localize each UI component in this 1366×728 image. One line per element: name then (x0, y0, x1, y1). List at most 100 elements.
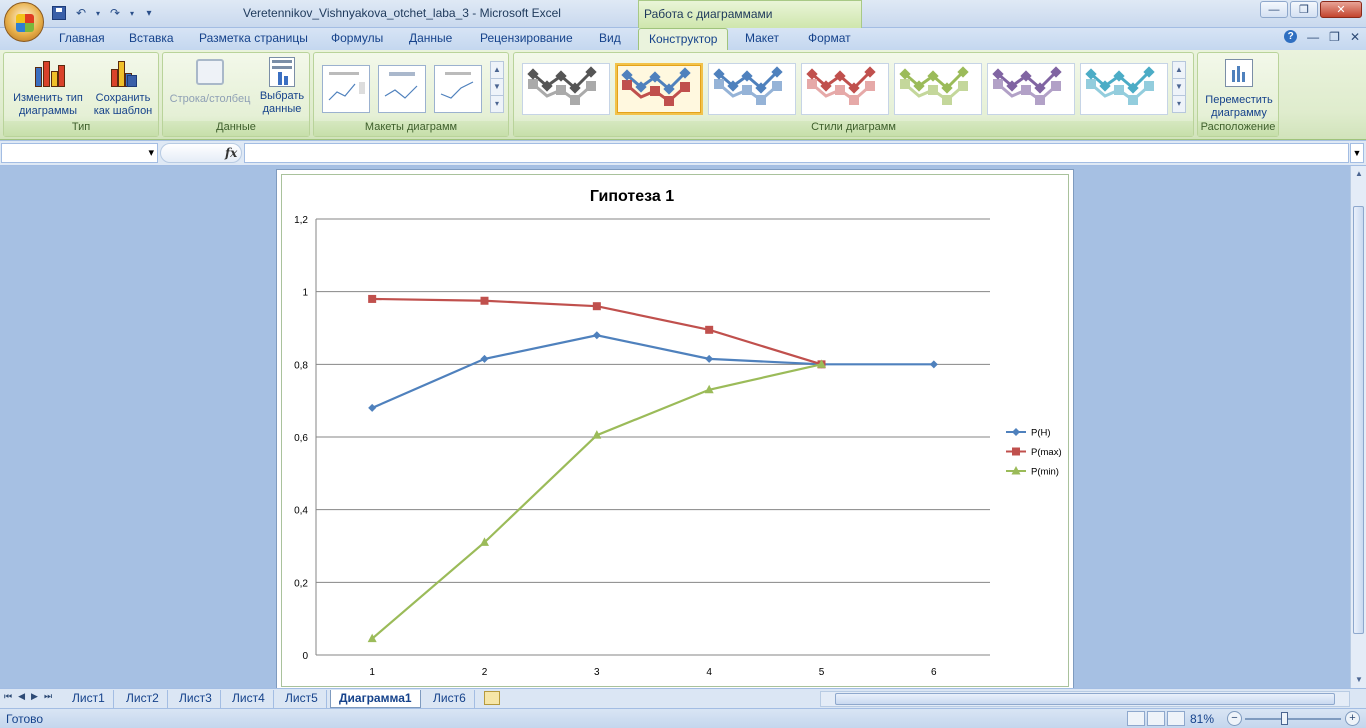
first-sheet-button[interactable]: ⏮ (4, 691, 12, 702)
tab-design[interactable]: Конструктор (638, 28, 729, 51)
status-bar: Готово 81% − + (0, 708, 1366, 728)
insert-sheet-icon[interactable] (484, 691, 500, 705)
styles-gallery-scroll[interactable]: ▲ ▼ ▾ (1172, 61, 1186, 113)
tab-formulas[interactable]: Формулы (331, 31, 383, 45)
line-chart[interactable]: Гипотеза 1 0 0,2 0,4 0,6 0,8 1 1,2 1 2 3 4 5 6 P(H) P(m… (282, 175, 1070, 688)
x-tick-label: 3 (594, 667, 600, 678)
zoom-slider-knob[interactable] (1281, 712, 1288, 725)
redo-button[interactable]: ↷ (106, 4, 124, 22)
select-data-button[interactable]: Выбрать данные (255, 57, 309, 116)
layout-1-thumbnail (328, 72, 365, 101)
sheet-tab[interactable]: Лист5 (277, 690, 327, 708)
series-line (371, 334, 934, 409)
chart-type-icon (32, 57, 65, 89)
insert-function-button[interactable]: fx (225, 146, 237, 160)
move-chart-button[interactable]: Переместить диаграмму (1200, 57, 1278, 120)
horizontal-scroll-thumb[interactable] (835, 693, 1335, 705)
chart-style-thumbnail (899, 66, 969, 105)
tab-view[interactable]: Вид (599, 31, 621, 45)
tab-page-layout[interactable]: Разметка страницы (199, 31, 308, 45)
chart-style-6[interactable] (987, 63, 1075, 115)
chart-sheet[interactable]: Гипотеза 1 0 0,2 0,4 0,6 0,8 1 1,2 1 2 3 4 5 6 P(H) P(m… (276, 169, 1074, 690)
chart-layout-1[interactable] (322, 65, 370, 113)
sheet-tab[interactable]: Лист2 (118, 690, 168, 708)
chart-layout-3[interactable] (434, 65, 482, 113)
layout-2-thumbnail (384, 72, 418, 99)
chart-layout-2[interactable] (378, 65, 426, 113)
formula-input[interactable] (244, 143, 1349, 163)
zoom-in-button[interactable]: + (1345, 711, 1360, 726)
help-icon[interactable]: ? (1284, 30, 1298, 43)
close-button[interactable]: ✕ (1320, 1, 1362, 18)
layouts-scroll-up[interactable]: ▲ (491, 62, 503, 79)
switch-row-column-button[interactable]: Строка/столбец (165, 57, 255, 106)
chart-area[interactable]: Гипотеза 1 0 0,2 0,4 0,6 0,8 1 1,2 1 2 3 4 5 6 P(H) P(m… (281, 174, 1069, 687)
chart-style-2[interactable] (615, 63, 703, 115)
prev-sheet-button[interactable]: ◀ (18, 691, 25, 702)
sheet-tab[interactable]: Лист6 (425, 690, 475, 708)
change-chart-type-button[interactable]: Изменить тип диаграммы (8, 57, 88, 118)
y-tick-label: 0,2 (294, 578, 308, 589)
save-button[interactable] (50, 4, 68, 22)
legend-label: P(max) (1031, 447, 1062, 458)
layouts-gallery-scroll[interactable]: ▲ ▼ ▾ (490, 61, 504, 113)
status-ready: Готово (6, 712, 44, 726)
move-chart-label: Переместить диаграмму (1205, 94, 1273, 119)
chart-style-3[interactable] (708, 63, 796, 115)
data-point (592, 331, 601, 340)
chart-style-7[interactable] (1080, 63, 1168, 115)
chart-style-thumbnail (621, 67, 691, 106)
chart-style-4[interactable] (801, 63, 889, 115)
chart-style-5[interactable] (894, 63, 982, 115)
tab-layout[interactable]: Макет (745, 31, 779, 45)
styles-scroll-up[interactable]: ▲ (1173, 62, 1185, 79)
undo-dropdown[interactable]: ▾ (94, 4, 102, 22)
page-layout-view-icon[interactable] (1147, 711, 1165, 726)
vertical-scrollbar[interactable]: ▲ ▼ (1350, 166, 1366, 688)
scroll-up-button[interactable]: ▲ (1351, 166, 1366, 182)
zoom-out-button[interactable]: − (1227, 711, 1242, 726)
page-break-view-icon[interactable] (1167, 711, 1185, 726)
y-tick-label: 0,4 (294, 506, 308, 517)
next-sheet-button[interactable]: ▶ (31, 691, 38, 702)
redo-dropdown[interactable]: ▾ (128, 4, 136, 22)
sheet-tab[interactable]: Лист1 (64, 690, 114, 708)
group-data: Строка/столбец Выбрать данные Данные (162, 52, 310, 137)
customize-qat-button[interactable]: ▾ (140, 4, 158, 22)
name-box[interactable] (1, 143, 158, 163)
save-as-template-button[interactable]: Сохранить как шаблон (88, 57, 158, 118)
ribbon-close-button[interactable]: ✕ (1350, 30, 1360, 44)
ribbon-minimize-button[interactable]: — (1307, 30, 1319, 44)
chart-style-1[interactable] (522, 63, 610, 115)
restore-button[interactable]: ❐ (1290, 1, 1318, 18)
sheet-tab[interactable]: Лист3 (171, 690, 221, 708)
ribbon-restore-button[interactable]: ❐ (1329, 30, 1340, 44)
scroll-down-button[interactable]: ▼ (1351, 672, 1366, 688)
styles-more[interactable]: ▾ (1173, 96, 1185, 113)
tab-data[interactable]: Данные (409, 31, 452, 45)
data-point (592, 302, 601, 311)
data-point (929, 360, 938, 369)
minimize-button[interactable]: — (1260, 1, 1288, 18)
office-button[interactable] (4, 2, 44, 42)
zoom-slider[interactable] (1245, 718, 1341, 720)
normal-view-icon[interactable] (1127, 711, 1145, 726)
styles-scroll-down[interactable]: ▼ (1173, 79, 1185, 96)
last-sheet-button[interactable]: ⏭ (44, 691, 52, 702)
layouts-scroll-down[interactable]: ▼ (491, 79, 503, 96)
office-logo-icon (16, 14, 34, 32)
tab-home[interactable]: Главная (59, 31, 105, 45)
sheet-tab[interactable]: Лист4 (224, 690, 274, 708)
horizontal-scrollbar[interactable] (820, 691, 1350, 707)
tab-insert[interactable]: Вставка (129, 31, 174, 45)
sheet-tab-active[interactable]: Диаграмма1 (330, 690, 421, 708)
series-line (371, 363, 822, 640)
expand-formula-bar-button[interactable]: ▼ (1350, 143, 1364, 163)
quick-access-toolbar: ↶ ▾ ↷ ▾ ▾ (50, 4, 158, 22)
zoom-level[interactable]: 81% (1190, 712, 1214, 726)
layouts-more[interactable]: ▾ (491, 96, 503, 113)
tab-review[interactable]: Рецензирование (480, 31, 573, 45)
undo-button[interactable]: ↶ (72, 4, 90, 22)
tab-format[interactable]: Формат (808, 31, 851, 45)
vertical-scroll-thumb[interactable] (1353, 206, 1364, 634)
